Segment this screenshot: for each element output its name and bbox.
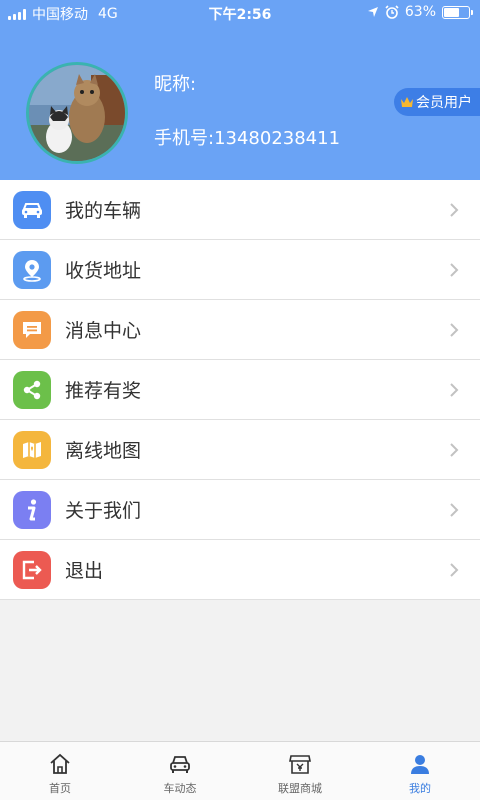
chevron-right-icon bbox=[450, 563, 459, 577]
avatar-image bbox=[29, 65, 125, 161]
chevron-right-icon bbox=[450, 203, 459, 217]
nickname-label: 昵称: bbox=[154, 74, 197, 95]
menu-item-my-vehicles[interactable]: 我的车辆 bbox=[0, 180, 480, 240]
tab-label: 车动态 bbox=[163, 782, 197, 795]
car-icon bbox=[13, 191, 51, 229]
chevron-right-icon bbox=[450, 263, 459, 277]
profile-header: 昵称: 手机号:13480238411 会员用户 bbox=[0, 26, 480, 180]
person-icon bbox=[411, 755, 429, 774]
menu-list: 我的车辆 收货地址 消息中心 推荐有奖 离线地图 关于我们 退出 bbox=[0, 180, 480, 600]
bottom-tab-bar: 首页 车动态 联盟商城 我的 bbox=[0, 741, 480, 800]
vip-badge-label: 会员用户 bbox=[416, 95, 472, 111]
phone-label: 手机号:13480238411 bbox=[154, 128, 341, 149]
menu-item-shipping-address[interactable]: 收货地址 bbox=[0, 240, 480, 300]
tab-label: 联盟商城 bbox=[278, 782, 322, 795]
menu-item-label: 关于我们 bbox=[65, 500, 142, 522]
location-pin-icon bbox=[13, 251, 51, 289]
menu-item-label: 退出 bbox=[65, 560, 104, 582]
tab-home[interactable]: 首页 bbox=[0, 742, 120, 800]
tab-mine[interactable]: 我的 bbox=[360, 742, 480, 800]
vip-badge[interactable]: 会员用户 bbox=[394, 88, 480, 116]
status-right: 63% bbox=[367, 4, 473, 20]
menu-item-label: 我的车辆 bbox=[65, 200, 142, 222]
info-icon bbox=[13, 491, 51, 529]
menu-item-message-center[interactable]: 消息中心 bbox=[0, 300, 480, 360]
menu-item-label: 消息中心 bbox=[65, 320, 142, 342]
menu-item-referral-rewards[interactable]: 推荐有奖 bbox=[0, 360, 480, 420]
location-arrow-icon bbox=[367, 7, 378, 17]
chevron-right-icon bbox=[450, 443, 459, 457]
chevron-right-icon bbox=[450, 323, 459, 337]
tab-label: 我的 bbox=[409, 782, 431, 795]
home-icon bbox=[50, 753, 70, 774]
status-bar: 中国移动 4G 下午2:56 63% bbox=[0, 0, 480, 26]
message-icon bbox=[13, 311, 51, 349]
alarm-icon bbox=[385, 5, 399, 19]
logout-icon bbox=[13, 551, 51, 589]
avatar[interactable] bbox=[26, 62, 128, 164]
menu-item-label: 离线地图 bbox=[65, 440, 142, 462]
store-icon bbox=[289, 755, 311, 774]
chevron-right-icon bbox=[450, 383, 459, 397]
battery-percent: 63% bbox=[404, 4, 436, 20]
tab-alliance-mall[interactable]: 联盟商城 bbox=[240, 742, 360, 800]
share-icon bbox=[13, 371, 51, 409]
tab-label: 首页 bbox=[49, 782, 71, 795]
map-icon bbox=[13, 431, 51, 469]
chevron-right-icon bbox=[450, 503, 459, 517]
car-icon bbox=[170, 756, 190, 773]
tab-vehicle-status[interactable]: 车动态 bbox=[120, 742, 240, 800]
menu-item-label: 推荐有奖 bbox=[65, 380, 142, 402]
menu-item-offline-map[interactable]: 离线地图 bbox=[0, 420, 480, 480]
crown-icon bbox=[401, 97, 413, 107]
menu-item-about-us[interactable]: 关于我们 bbox=[0, 480, 480, 540]
battery-icon bbox=[442, 5, 473, 19]
menu-item-logout[interactable]: 退出 bbox=[0, 540, 480, 600]
menu-item-label: 收货地址 bbox=[65, 260, 142, 282]
